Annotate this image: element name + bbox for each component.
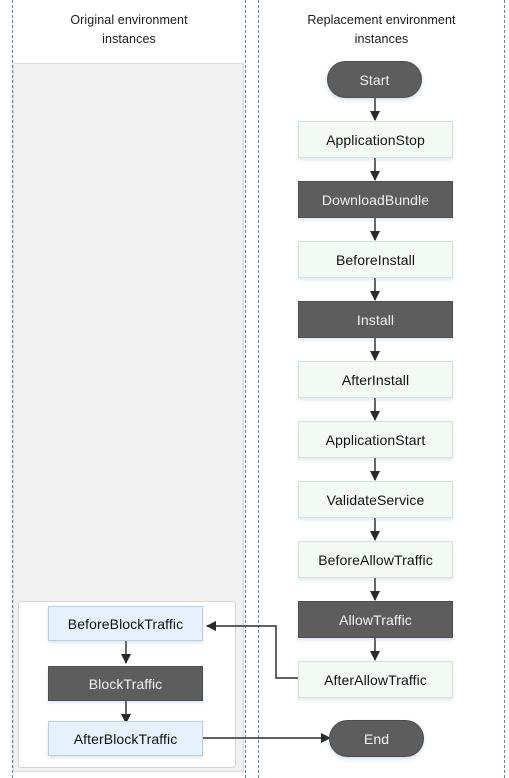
- node-afterallowtraffic[interactable]: AfterAllowTraffic: [298, 661, 453, 698]
- node-validateservice[interactable]: ValidateService: [298, 481, 453, 518]
- node-allowtraffic[interactable]: AllowTraffic: [298, 601, 453, 638]
- node-applicationstop[interactable]: ApplicationStop: [298, 121, 453, 158]
- node-beforeblocktraffic[interactable]: BeforeBlockTraffic: [48, 606, 203, 641]
- node-end[interactable]: End: [329, 720, 424, 757]
- edge-afterallowtraffic-to-beforeblocktraffic: [205, 620, 298, 679]
- node-beforeinstall[interactable]: BeforeInstall: [298, 241, 453, 278]
- node-blocktraffic[interactable]: BlockTraffic: [48, 666, 203, 701]
- node-applicationstart[interactable]: ApplicationStart: [298, 421, 453, 458]
- node-install[interactable]: Install: [298, 301, 453, 338]
- diagram-canvas: Original environment instances Replaceme…: [0, 0, 509, 778]
- node-afterinstall[interactable]: AfterInstall: [298, 361, 453, 398]
- node-start[interactable]: Start: [327, 61, 422, 98]
- node-downloadbundle[interactable]: DownloadBundle: [298, 181, 453, 218]
- node-afterblocktraffic[interactable]: AfterBlockTraffic: [48, 721, 203, 756]
- node-beforeallowtraffic[interactable]: BeforeAllowTraffic: [298, 541, 453, 578]
